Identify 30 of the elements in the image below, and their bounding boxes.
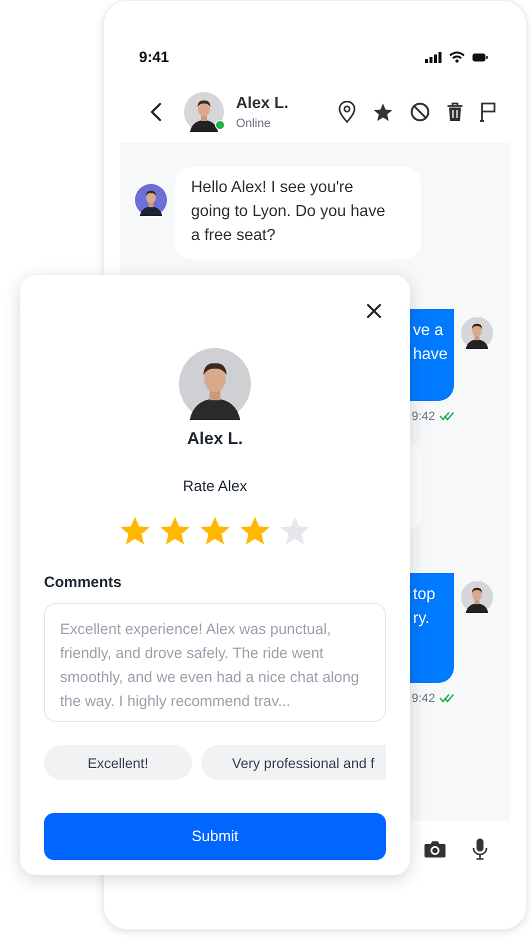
camera-icon[interactable] [424,840,446,858]
suggestion-chip[interactable]: Excellent! [44,745,192,780]
status-time: 9:41 [139,48,170,66]
location-pin-icon[interactable] [338,101,356,123]
rating-star[interactable] [239,516,271,546]
contact-name: Alex L. [236,94,288,114]
block-icon[interactable] [410,102,430,122]
rating-star[interactable] [199,516,231,546]
battery-icon [472,52,488,62]
close-icon[interactable] [366,303,382,319]
chevron-left-icon[interactable] [150,102,162,122]
comments-label: Comments [44,573,123,593]
star-icon[interactable] [373,102,393,122]
driver-name: Alex L. [187,428,243,450]
signal-icon [425,52,442,62]
message-time: 9:42 [412,691,435,705]
submit-button[interactable]: Submit [44,813,386,860]
trash-icon[interactable] [447,102,463,122]
flag-icon[interactable] [480,102,496,122]
rating-star[interactable] [279,516,311,546]
rating-star[interactable] [119,516,151,546]
message-bubble: Hello Alex! I see you're going to Lyon. Do you have a free seat? [175,167,421,259]
suggestion-chip[interactable]: Very professional and f [201,745,386,780]
wifi-icon [449,51,465,63]
microphone-icon[interactable] [472,838,488,860]
rating-prompt: Rate Alex [182,477,248,497]
message-time: 9:42 [412,409,435,423]
comments-field[interactable]: Excellent experience! Alex was punctual, friendly, and drove safely. The ride went smoothly, and we even had a nice chat along the way. I highly recommend trav... [44,603,386,722]
rating-star[interactable] [159,516,191,546]
contact-status: Online [236,114,272,130]
